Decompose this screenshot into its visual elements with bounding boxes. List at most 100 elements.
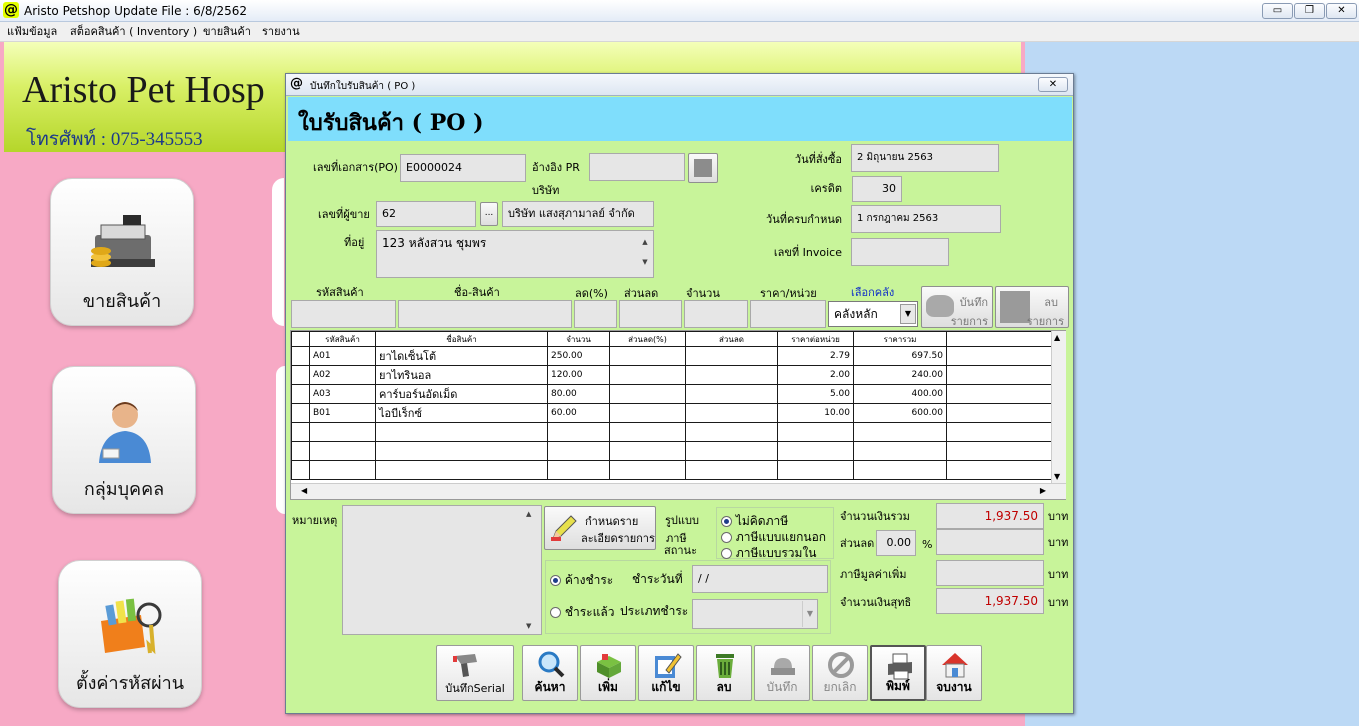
items-grid[interactable]: รหัสสินค้า ชื่อสินค้า จำนวน ส่วนลด(%) ส่… — [290, 330, 1066, 500]
row-selector[interactable] — [291, 346, 310, 366]
chevron-down-icon[interactable]: ▼ — [802, 601, 817, 627]
discount-amount-field[interactable] — [936, 529, 1044, 555]
scroll-up-icon[interactable]: ▲ — [1054, 333, 1060, 342]
cell-code[interactable]: A01 — [309, 346, 376, 366]
delete-item-button[interactable]: ลบ รายการ — [995, 286, 1069, 328]
search-button[interactable]: ค้นหา — [522, 645, 578, 701]
table-row-empty[interactable] — [291, 460, 1052, 480]
chevron-down-icon[interactable]: ▼ — [900, 304, 916, 324]
item-name-input[interactable] — [398, 300, 572, 328]
scroll-right-icon[interactable]: ▶ — [1040, 486, 1046, 495]
ref-pr-field[interactable] — [589, 153, 685, 181]
table-row[interactable]: A03 คาร์บอร์นอัดเม็ด 80.00 5.00 400.00 — [291, 384, 1052, 404]
minimize-button[interactable]: ▭ — [1262, 3, 1293, 19]
note-field[interactable] — [342, 505, 542, 635]
table-row[interactable]: A02 ยาไทรินอล 120.00 2.00 240.00 — [291, 365, 1052, 385]
dialog-close-button[interactable]: ✕ — [1038, 77, 1068, 92]
cell-disc[interactable] — [685, 346, 778, 366]
pay-option-pending[interactable]: ค้างชำระ — [550, 571, 613, 590]
add-button[interactable]: เพิ่ม — [580, 645, 636, 701]
grid-horizontal-scrollbar[interactable]: ◀ ▶ — [291, 483, 1066, 499]
cell-name[interactable]: ไอบีเร็กซ์ — [375, 403, 548, 423]
col-header[interactable]: ราคาต่อหน่วย — [777, 331, 854, 347]
menu-file[interactable]: แฟ้มข้อมูล — [7, 25, 57, 39]
discount-pct-field[interactable]: 0.00 — [876, 530, 916, 556]
cell-disc-pct[interactable] — [609, 365, 686, 385]
cell-total[interactable]: 400.00 — [853, 384, 947, 404]
scroll-down-icon[interactable]: ▼ — [526, 622, 531, 630]
row-selector[interactable] — [291, 403, 310, 423]
unit-price-input[interactable] — [750, 300, 826, 328]
address-scrollbar[interactable]: ▲ ▼ — [638, 232, 652, 276]
cell-price[interactable]: 2.00 — [777, 365, 854, 385]
save-item-button[interactable]: บันทึก รายการ — [921, 286, 993, 328]
cell-total[interactable]: 240.00 — [853, 365, 947, 385]
cell-price[interactable]: 2.79 — [777, 346, 854, 366]
menu-reports[interactable]: รายงาน — [262, 25, 300, 39]
vat-field[interactable] — [936, 560, 1044, 586]
pay-type-select[interactable] — [692, 599, 818, 629]
scroll-up-icon[interactable]: ▲ — [526, 510, 531, 518]
col-header[interactable]: จำนวน — [547, 331, 610, 347]
tile-password[interactable]: ตั้งค่ารหัสผ่าน — [58, 560, 202, 708]
cell-qty[interactable]: 250.00 — [547, 346, 610, 366]
due-date-field[interactable]: 1 กรกฎาคม 2563 — [851, 205, 1001, 233]
tile-persons[interactable]: กลุ่มบุคคล — [52, 366, 196, 514]
cell-disc[interactable] — [685, 384, 778, 404]
menu-sales[interactable]: ขายสินค้า — [203, 25, 251, 39]
vendor-lookup-button[interactable]: ... — [480, 202, 498, 226]
cancel-button[interactable]: ยกเลิก — [812, 645, 868, 701]
table-row[interactable]: A01 ยาไดเซ็นโต้ 250.00 2.79 697.50 — [291, 346, 1052, 366]
cell-total[interactable]: 697.50 — [853, 346, 947, 366]
save-serial-button[interactable]: บันทึกSerial — [436, 645, 514, 701]
edit-button[interactable]: แก้ไข — [638, 645, 694, 701]
doc-no-field[interactable]: E0000024 — [400, 154, 526, 182]
scroll-down-icon[interactable]: ▼ — [1054, 472, 1060, 481]
net-field[interactable]: 1,937.50 — [936, 588, 1044, 614]
table-row-empty[interactable] — [291, 441, 1052, 461]
col-header[interactable]: ราคารวม — [853, 331, 947, 347]
tile-sales[interactable]: ขายสินค้า — [50, 178, 194, 326]
menu-inventory[interactable]: สต็อคสินค้า ( Inventory ) — [70, 25, 197, 39]
pay-date-field[interactable]: / / — [692, 565, 828, 593]
grid-vertical-scrollbar[interactable]: ▲ ▼ — [1051, 331, 1066, 483]
finish-button[interactable]: จบงาน — [926, 645, 982, 701]
row-selector[interactable] — [291, 365, 310, 385]
cell-code[interactable]: B01 — [309, 403, 376, 423]
item-code-input[interactable] — [291, 300, 396, 328]
cell-qty[interactable]: 60.00 — [547, 403, 610, 423]
cell-disc[interactable] — [685, 365, 778, 385]
cell-qty[interactable]: 120.00 — [547, 365, 610, 385]
order-date-field[interactable]: 2 มิถุนายน 2563 — [851, 144, 999, 172]
delete-button[interactable]: ลบ — [696, 645, 752, 701]
vendor-no-field[interactable]: 62 — [376, 201, 476, 227]
col-header[interactable]: รหัสสินค้า — [309, 331, 376, 347]
col-header[interactable]: ชื่อสินค้า — [375, 331, 548, 347]
cell-price[interactable]: 10.00 — [777, 403, 854, 423]
pay-option-paid[interactable]: ชำระแล้ว — [550, 603, 614, 622]
cell-disc-pct[interactable] — [609, 346, 686, 366]
table-row[interactable]: B01 ไอบีเร็กซ์ 60.00 10.00 600.00 — [291, 403, 1052, 423]
cell-code[interactable]: A03 — [309, 384, 376, 404]
cell-name[interactable]: คาร์บอร์นอัดเม็ด — [375, 384, 548, 404]
cell-qty[interactable]: 80.00 — [547, 384, 610, 404]
cell-price[interactable]: 5.00 — [777, 384, 854, 404]
cell-name[interactable]: ยาไทรินอล — [375, 365, 548, 385]
scroll-left-icon[interactable]: ◀ — [301, 486, 307, 495]
restore-button[interactable]: ❐ — [1294, 3, 1325, 19]
total-field[interactable]: 1,937.50 — [936, 503, 1044, 529]
row-selector[interactable] — [291, 384, 310, 404]
cell-code[interactable]: A02 — [309, 365, 376, 385]
ref-pr-lookup-button[interactable] — [688, 153, 718, 183]
cell-name[interactable]: ยาไดเซ็นโต้ — [375, 346, 548, 366]
discount-input[interactable] — [619, 300, 682, 328]
invoice-field[interactable] — [851, 238, 949, 266]
cell-disc-pct[interactable] — [609, 384, 686, 404]
company-field[interactable]: บริษัท แสงสุภามาลย์ จำกัด — [502, 201, 654, 227]
address-field[interactable]: 123 หลังสวน ชุมพร — [376, 230, 654, 278]
disc-pct-input[interactable] — [574, 300, 617, 328]
save-button[interactable]: บันทึก — [754, 645, 810, 701]
qty-input[interactable] — [684, 300, 748, 328]
close-window-button[interactable]: ✕ — [1326, 3, 1357, 19]
col-header[interactable]: ส่วนลด(%) — [609, 331, 686, 347]
